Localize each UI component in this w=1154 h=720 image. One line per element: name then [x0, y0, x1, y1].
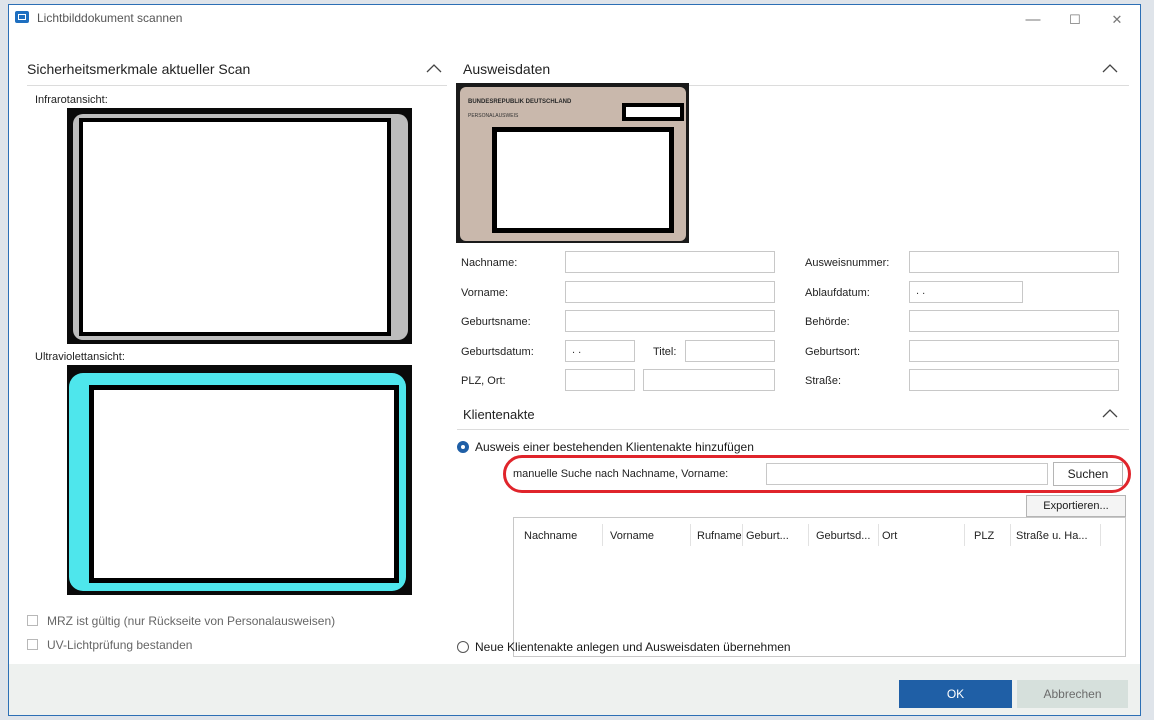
mrz-valid-label: MRZ ist gültig (nur Rückseite von Person… — [47, 614, 336, 628]
uv-check-checkbox[interactable] — [27, 639, 38, 650]
collapse-chevron-up-icon[interactable] — [423, 60, 445, 78]
column-separator[interactable] — [690, 524, 691, 546]
security-features-title: Sicherheitsmerkmale aktueller Scan — [27, 61, 251, 77]
column-separator[interactable] — [1010, 524, 1011, 546]
redaction-box — [622, 103, 684, 121]
firstname-field[interactable] — [565, 281, 775, 303]
birthname-label: Geburtsname: — [461, 316, 531, 328]
birthplace-label: Geburtsort: — [805, 346, 861, 358]
window-title: Lichtbilddokument scannen — [37, 11, 183, 25]
client-table[interactable]: Nachname Vorname Rufname Geburt... Gebur… — [513, 517, 1126, 657]
zip-field[interactable] — [565, 369, 635, 391]
column-separator[interactable] — [1100, 524, 1101, 546]
collapse-chevron-up-icon[interactable] — [1099, 405, 1121, 423]
close-button[interactable]: ✕ — [1097, 7, 1137, 33]
column-separator[interactable] — [602, 524, 603, 546]
birthdate-label: Geburtsdatum: — [461, 346, 534, 358]
zip-city-label: PLZ, Ort: — [461, 375, 506, 387]
title-field[interactable] — [685, 340, 775, 362]
divider — [27, 85, 447, 86]
cancel-button[interactable]: Abbrechen — [1017, 680, 1128, 708]
new-client-radio[interactable] — [457, 641, 469, 653]
id-card-photo: BUNDESREPUBLIK DEUTSCHLAND PERSONALAUSWE… — [456, 83, 689, 243]
title-bar: Lichtbilddokument scannen — ☐ ✕ — [9, 5, 1140, 35]
expiry-date-field[interactable]: . . — [909, 281, 1023, 303]
divider — [457, 429, 1129, 430]
existing-client-radio[interactable] — [457, 441, 469, 453]
manual-search-input[interactable] — [766, 463, 1048, 485]
existing-client-label: Ausweis einer bestehenden Klientenakte h… — [475, 440, 754, 454]
birthdate-field[interactable]: . . — [565, 340, 635, 362]
column-separator[interactable] — [878, 524, 879, 546]
id-number-label: Ausweisnummer: — [805, 257, 890, 269]
lastname-field[interactable] — [565, 251, 775, 273]
uv-image — [67, 365, 412, 595]
birthplace-field[interactable] — [909, 340, 1119, 362]
export-button[interactable]: Exportieren... — [1026, 495, 1126, 517]
scan-dialog: Lichtbilddokument scannen — ☐ ✕ Sicherhe… — [8, 4, 1141, 716]
client-file-title: Klientenakte — [463, 407, 535, 422]
dialog-footer: OK Abbrechen — [9, 664, 1140, 715]
minimize-button[interactable]: — — [1013, 7, 1053, 33]
infrared-label: Infrarotansicht: — [35, 94, 108, 106]
card-header-text: BUNDESREPUBLIK DEUTSCHLAND — [468, 99, 572, 105]
redaction-box — [79, 118, 391, 336]
maximize-button[interactable]: ☐ — [1055, 7, 1095, 33]
id-number-field[interactable] — [909, 251, 1119, 273]
new-client-label: Neue Klientenakte anlegen und Ausweisdat… — [475, 640, 791, 654]
collapse-chevron-up-icon[interactable] — [1099, 60, 1121, 78]
column-header[interactable]: Nachname — [524, 530, 577, 542]
manual-search-label: manuelle Suche nach Nachname, Vorname: — [513, 468, 729, 480]
street-field[interactable] — [909, 369, 1119, 391]
birthname-field[interactable] — [565, 310, 775, 332]
column-header[interactable]: Geburtsd... — [816, 530, 870, 542]
column-header[interactable]: Ort — [882, 530, 897, 542]
search-button[interactable]: Suchen — [1053, 462, 1123, 486]
uv-check-label: UV-Lichtprüfung bestanden — [47, 638, 193, 652]
lastname-label: Nachname: — [461, 257, 518, 269]
authority-field[interactable] — [909, 310, 1119, 332]
column-header[interactable]: Straße u. Ha... — [1016, 530, 1088, 542]
column-separator[interactable] — [742, 524, 743, 546]
id-data-title: Ausweisdaten — [463, 61, 551, 77]
city-field[interactable] — [643, 369, 775, 391]
mrz-valid-checkbox[interactable] — [27, 615, 38, 626]
uv-label: Ultraviolettansicht: — [35, 351, 125, 363]
expiry-date-label: Ablaufdatum: — [805, 287, 870, 299]
column-header[interactable]: PLZ — [974, 530, 994, 542]
column-separator[interactable] — [964, 524, 965, 546]
card-sub-text: PERSONALAUSWEIS — [468, 113, 519, 119]
redaction-box — [89, 385, 399, 583]
column-header[interactable]: Rufname — [697, 530, 742, 542]
firstname-label: Vorname: — [461, 287, 509, 299]
infrared-image — [67, 108, 412, 344]
scan-document-icon — [15, 11, 29, 23]
column-separator[interactable] — [808, 524, 809, 546]
column-header[interactable]: Geburt... — [746, 530, 789, 542]
column-header[interactable]: Vorname — [610, 530, 654, 542]
street-label: Straße: — [805, 375, 842, 387]
authority-label: Behörde: — [805, 316, 850, 328]
ok-button[interactable]: OK — [899, 680, 1012, 708]
title-label: Titel: — [653, 346, 677, 358]
redaction-box — [492, 127, 674, 233]
